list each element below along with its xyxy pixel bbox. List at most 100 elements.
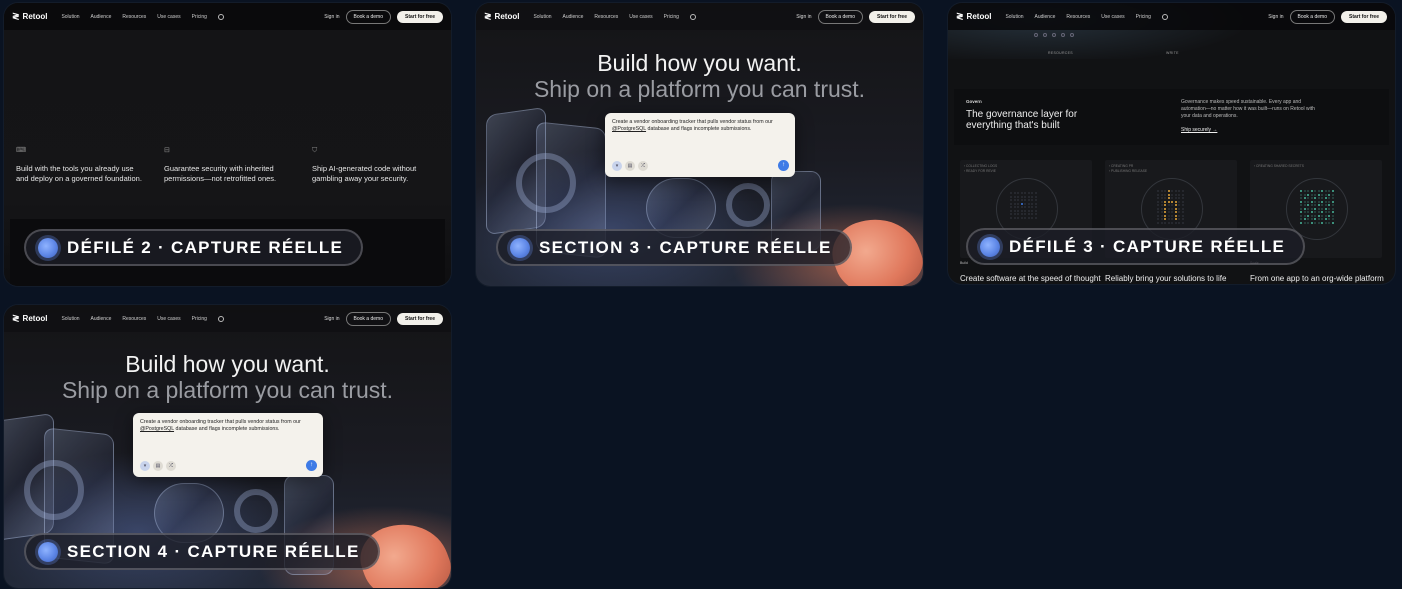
grid-dot [1020,199,1023,201]
grid-dot [1178,221,1180,224]
prompt-text[interactable]: Create a vendor onboarding tracker that … [612,119,788,133]
nav-link-solution[interactable]: Solution [533,14,551,20]
nav-link-pricing[interactable]: Pricing [664,14,679,20]
nav-link-audience[interactable]: Audience [1035,14,1056,20]
grid-dot [1181,197,1184,199]
nav-links: Solution Audience Resources Use cases Pr… [61,315,224,322]
prompt-card[interactable]: Create a vendor onboarding tracker that … [133,413,323,477]
grid-dot [1307,200,1309,203]
nav-link-solution[interactable]: Solution [61,14,79,20]
nav-link-audience[interactable]: Audience [563,14,584,20]
sign-in-link[interactable]: Sign in [324,316,339,322]
ship-securely-link[interactable]: Ship securely → [1181,127,1217,133]
start-free-button[interactable]: Start for free [396,10,443,23]
grid-dot [1310,214,1313,217]
nav-link-use-cases[interactable]: Use cases [157,14,180,20]
grid-dot [1324,190,1327,192]
search-icon[interactable] [689,13,696,20]
sign-in-link[interactable]: Sign in [1268,14,1283,20]
nav-link-use-cases[interactable]: Use cases [157,316,180,322]
send-button[interactable]: ↑ [306,460,317,471]
grid-dot [1178,207,1180,210]
grid-dot [1171,204,1173,206]
top-nav: ≷ Retool Solution Audience Resources Use … [4,3,451,30]
grid-dot [1324,218,1327,220]
grid-dot [1034,199,1037,201]
grid-dot [1024,209,1026,212]
nav-link-audience[interactable]: Audience [91,316,112,322]
database-icon[interactable]: ▾ [140,461,150,471]
nav-link-pricing[interactable]: Pricing [1136,14,1151,20]
book-demo-button[interactable]: Book a demo [345,311,391,326]
table-icon[interactable]: ▤ [625,161,635,171]
retool-logo[interactable]: ≷ Retool [484,11,519,22]
grid-dot [1160,221,1163,224]
shuffle-icon[interactable]: ⤮ [638,161,648,171]
nav-link-resources[interactable]: Resources [1066,14,1090,20]
grid-dot [1160,214,1163,217]
grid-dot [1013,213,1016,215]
search-icon[interactable] [217,315,224,322]
grid-dot [1024,206,1026,208]
nav-link-resources[interactable]: Resources [122,316,146,322]
grid-dot [1314,193,1316,196]
prompt-card[interactable]: Create a vendor onboarding tracker that … [605,113,795,177]
retool-logo[interactable]: ≷ Retool [956,11,991,22]
nav-link-pricing[interactable]: Pricing [192,14,207,20]
grid-dot [1321,193,1323,196]
grid-dot [1010,206,1012,208]
grid-dot [1013,192,1016,194]
grid-dot [1178,214,1180,217]
grid-dot [1307,211,1309,213]
grid-dot [1310,193,1313,196]
start-free-button[interactable]: Start for free [1340,10,1387,23]
prompt-tools: ▾ ▤ ⤮ [612,161,648,171]
send-button[interactable]: ↑ [778,160,789,171]
grid-dot [1328,214,1330,217]
grid-dot [1321,211,1323,213]
sign-in-link[interactable]: Sign in [324,14,339,20]
hero-line-1: Build how you want. [125,351,330,377]
grid-dot [1157,221,1159,224]
prompt-text[interactable]: Create a vendor onboarding tracker that … [140,419,316,433]
lock-icon: ⊟ [164,147,170,154]
nav-link-solution[interactable]: Solution [1005,14,1023,20]
write-label: WRITE [1166,51,1179,55]
retool-logo[interactable]: ≷ Retool [12,313,47,324]
sign-in-link[interactable]: Sign in [796,14,811,20]
grid-dot [1027,213,1030,215]
database-icon[interactable]: ▾ [612,161,622,171]
grid-dot [1010,213,1012,215]
table-icon[interactable]: ▤ [153,461,163,471]
grid-dot [1314,221,1316,224]
start-free-button[interactable]: Start for free [868,10,915,23]
grid-dot [1031,213,1033,215]
retool-logo-icon: ≷ [12,313,20,323]
grid-dot [1020,195,1023,198]
nav-link-audience[interactable]: Audience [91,14,112,20]
nav-links: Solution Audience Resources Use cases Pr… [533,13,696,20]
nav-link-pricing[interactable]: Pricing [192,316,207,322]
shuffle-icon[interactable]: ⤮ [166,461,176,471]
book-demo-button[interactable]: Book a demo [345,9,391,24]
grid-dot [1324,193,1327,196]
grid-dot [1171,197,1173,199]
grid-dot [1024,216,1026,219]
nav-link-resources[interactable]: Resources [594,14,618,20]
nav-link-resources[interactable]: Resources [122,14,146,20]
retool-logo[interactable]: ≷ Retool [12,11,47,22]
nav-link-use-cases[interactable]: Use cases [629,14,652,20]
grid-dot [1164,200,1166,203]
glass-ring [726,183,770,227]
nav-link-use-cases[interactable]: Use cases [1101,14,1124,20]
book-demo-button[interactable]: Book a demo [817,9,863,24]
book-demo-button[interactable]: Book a demo [1289,9,1335,24]
grid-dot [1020,192,1023,194]
search-icon[interactable] [217,13,224,20]
grid-dot [1164,190,1166,192]
start-free-button[interactable]: Start for free [396,312,443,325]
grid-dot [1317,204,1320,206]
search-icon[interactable] [1161,13,1168,20]
nav-link-solution[interactable]: Solution [61,316,79,322]
grid-dot [1324,221,1327,224]
